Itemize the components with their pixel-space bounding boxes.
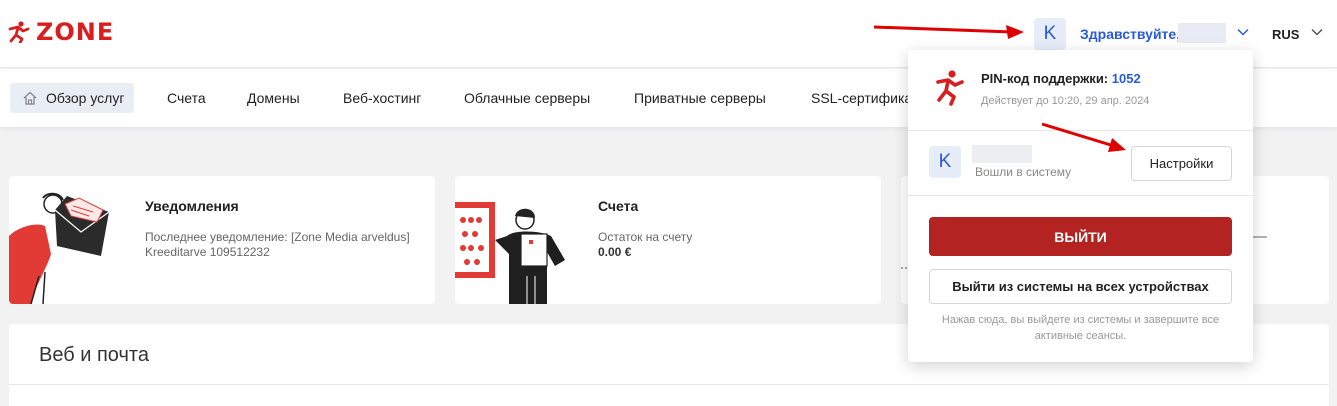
user-avatar[interactable]: K	[1034, 18, 1066, 50]
chevron-down-icon[interactable]	[1236, 25, 1250, 39]
user-avatar: K	[929, 146, 961, 178]
balance-value: 0.00 €	[598, 245, 632, 259]
nav-item-label: Обзор услуг	[46, 90, 125, 106]
nav-item-web-hosting[interactable]: Веб-хостинг	[343, 83, 421, 113]
last-notification-detail: Kreeditarve 109512232	[145, 245, 270, 259]
notifications-title: Уведомления	[145, 198, 239, 214]
nav-item-invoices[interactable]: Счета	[167, 83, 206, 113]
zone-logo[interactable]: ZONE	[8, 20, 114, 44]
divider	[908, 130, 1253, 131]
support-pin-value: 1052	[1111, 71, 1141, 86]
zone-runner-icon	[936, 70, 964, 106]
language-selector[interactable]: RUS	[1272, 27, 1299, 42]
logout-all-hint: Нажав сюда, вы выйдете из системы и заве…	[941, 314, 1220, 342]
home-icon	[23, 91, 37, 105]
balance-label: Остаток на счету	[598, 230, 693, 244]
section-title: Веб и почта	[39, 344, 149, 366]
card-text-fragment	[1253, 236, 1267, 238]
user-dropdown-menu: PIN-код поддержки: 1052 Действует до 10:…	[908, 50, 1253, 362]
nav-item-private-servers[interactable]: Приватные серверы	[634, 83, 766, 113]
user-greeting[interactable]: Здравствуйте,	[1080, 26, 1180, 42]
nav-item-ssl-certificates[interactable]: SSL-сертифика	[811, 83, 912, 113]
support-pin: PIN-код поддержки: 1052	[981, 71, 1141, 86]
divider	[908, 195, 1253, 196]
redacted-user-name	[1178, 23, 1226, 43]
nav-item-cloud-servers[interactable]: Облачные серверы	[464, 83, 590, 113]
logo-text: ZONE	[36, 18, 115, 46]
abacus-illustration	[455, 202, 565, 304]
pin-valid-until: Действует до 10:20, 29 апр. 2024	[981, 95, 1150, 107]
logged-in-status: Вошли в систему	[975, 165, 1072, 179]
notifications-card[interactable]: Уведомления Последнее уведомление: [Zone…	[9, 176, 435, 304]
section-divider	[9, 384, 1329, 385]
logout-all-devices-button[interactable]: Выйти из системы на всех устройствах	[929, 269, 1232, 304]
support-pin-label: PIN-код поддержки:	[981, 71, 1109, 86]
notification-illustration	[9, 192, 110, 304]
last-notification-text: Последнее уведомление: [Zone Media arvel…	[145, 230, 410, 244]
logout-button[interactable]: ВЫЙТИ	[929, 217, 1232, 256]
zone-runner-icon	[8, 21, 30, 43]
invoices-title: Счета	[598, 198, 639, 214]
invoices-card[interactable]: Счета Остаток на счету 0.00 €	[455, 176, 881, 304]
nav-item-services-overview[interactable]: Обзор услуг	[10, 83, 135, 113]
chevron-down-icon[interactable]	[1310, 25, 1324, 39]
nav-item-domains[interactable]: Домены	[247, 83, 300, 113]
settings-button[interactable]: Настройки	[1131, 146, 1232, 181]
redacted-user-name	[972, 145, 1032, 163]
